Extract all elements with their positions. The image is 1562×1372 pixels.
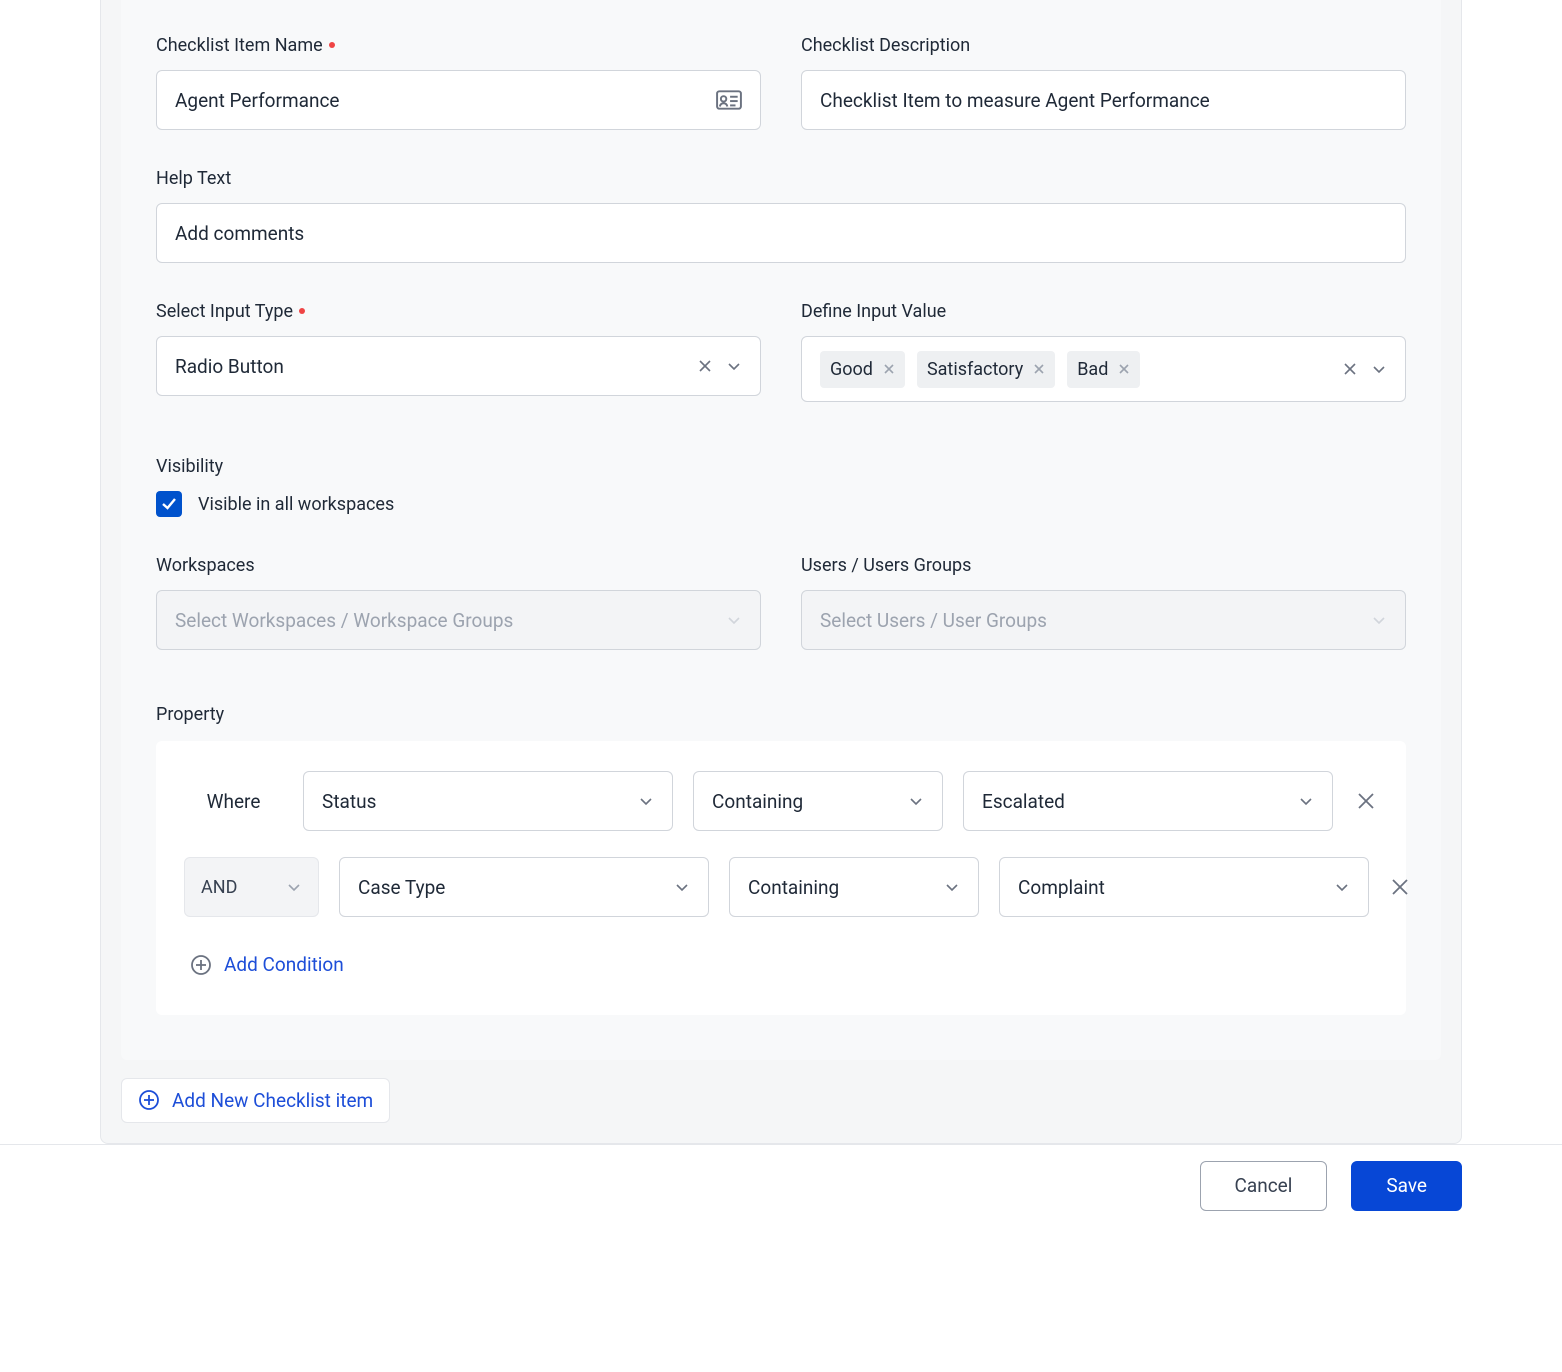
cancel-button[interactable]: Cancel	[1200, 1161, 1328, 1211]
chip: Good	[820, 351, 905, 388]
visibility-checkbox-label: Visible in all workspaces	[198, 494, 394, 515]
required-dot-icon	[329, 42, 335, 48]
plus-circle-icon	[190, 954, 212, 976]
chip-label: Satisfactory	[927, 359, 1023, 380]
workspaces-select[interactable]: Select Workspaces / Workspace Groups	[156, 590, 761, 650]
property-label: Property	[156, 704, 1406, 725]
condition-value-select[interactable]: Complaint	[999, 857, 1369, 917]
condition-row: AND Case Type Containing	[184, 857, 1378, 917]
chevron-down-icon[interactable]	[1298, 793, 1314, 809]
chip: Bad	[1067, 351, 1140, 388]
help-text-value: Add comments	[175, 222, 1387, 245]
chevron-down-icon[interactable]	[674, 879, 690, 895]
logical-operator-select[interactable]: AND	[184, 857, 319, 917]
delete-condition-icon[interactable]	[1389, 876, 1411, 898]
input-value-chips[interactable]: Good Satisfactory	[801, 336, 1406, 402]
condition-field-select[interactable]: Status	[303, 771, 673, 831]
plus-circle-icon	[138, 1089, 160, 1111]
checklist-item-form: Checklist Item Name Agent Performance	[121, 0, 1441, 1060]
where-label: Where	[207, 790, 261, 813]
delete-condition-icon[interactable]	[1353, 790, 1378, 812]
description-input[interactable]: Checklist Item to measure Agent Performa…	[801, 70, 1406, 130]
add-condition-label: Add Condition	[224, 953, 344, 976]
condition-field-value: Case Type	[358, 876, 674, 899]
visibility-checkbox[interactable]	[156, 491, 182, 517]
condition-row: Where Status Containing Escalated	[184, 771, 1378, 831]
condition-operator-value: Containing	[748, 876, 944, 899]
chevron-down-icon[interactable]	[908, 793, 924, 809]
item-name-input[interactable]: Agent Performance	[156, 70, 761, 130]
condition-operator-select[interactable]: Containing	[729, 857, 979, 917]
workspaces-placeholder: Select Workspaces / Workspace Groups	[175, 609, 726, 632]
users-select[interactable]: Select Users / User Groups	[801, 590, 1406, 650]
input-value-label: Define Input Value	[801, 301, 1406, 322]
add-new-checklist-item-button[interactable]: Add New Checklist item	[121, 1078, 390, 1123]
description-value: Checklist Item to measure Agent Performa…	[820, 89, 1387, 112]
workspaces-label: Workspaces	[156, 555, 761, 576]
visibility-label: Visibility	[156, 456, 1406, 477]
chevron-down-icon[interactable]	[726, 358, 742, 374]
form-outer-panel: Checklist Item Name Agent Performance	[100, 0, 1462, 1144]
input-type-value: Radio Button	[175, 355, 698, 378]
clear-icon[interactable]	[1343, 362, 1357, 376]
condition-value-text: Complaint	[1018, 876, 1334, 899]
input-type-label: Select Input Type	[156, 301, 761, 322]
chip-remove-icon[interactable]	[1118, 363, 1130, 375]
chevron-down-icon[interactable]	[1371, 361, 1387, 377]
users-label: Users / Users Groups	[801, 555, 1406, 576]
chevron-down-icon[interactable]	[726, 612, 742, 628]
save-button-label: Save	[1386, 1174, 1427, 1197]
condition-operator-select[interactable]: Containing	[693, 771, 943, 831]
save-button[interactable]: Save	[1351, 1161, 1462, 1211]
required-dot-icon	[299, 308, 305, 314]
add-condition-button[interactable]: Add Condition	[190, 953, 344, 976]
item-name-label: Checklist Item Name	[156, 35, 761, 56]
users-placeholder: Select Users / User Groups	[820, 609, 1371, 632]
condition-field-value: Status	[322, 790, 638, 813]
condition-field-select[interactable]: Case Type	[339, 857, 709, 917]
description-label: Checklist Description	[801, 35, 1406, 56]
logical-operator-value: AND	[201, 877, 237, 898]
chevron-down-icon	[286, 879, 302, 895]
clear-icon[interactable]	[698, 359, 712, 373]
chip-remove-icon[interactable]	[1033, 363, 1045, 375]
chevron-down-icon[interactable]	[1334, 879, 1350, 895]
condition-value-select[interactable]: Escalated	[963, 771, 1333, 831]
chip-label: Bad	[1077, 359, 1108, 380]
id-card-icon[interactable]	[716, 90, 742, 110]
property-conditions-card: Where Status Containing Escalated	[156, 741, 1406, 1015]
item-name-value: Agent Performance	[175, 89, 716, 112]
help-text-label: Help Text	[156, 168, 1406, 189]
chevron-down-icon[interactable]	[638, 793, 654, 809]
cancel-button-label: Cancel	[1235, 1174, 1293, 1197]
footer-actions: Cancel Save	[0, 1144, 1562, 1239]
add-new-checklist-item-label: Add New Checklist item	[172, 1089, 373, 1112]
help-text-input[interactable]: Add comments	[156, 203, 1406, 263]
chip-label: Good	[830, 359, 873, 380]
chevron-down-icon[interactable]	[944, 879, 960, 895]
chip: Satisfactory	[917, 351, 1055, 388]
chevron-down-icon[interactable]	[1371, 612, 1387, 628]
condition-value-text: Escalated	[982, 790, 1298, 813]
input-type-select[interactable]: Radio Button	[156, 336, 761, 396]
chip-remove-icon[interactable]	[883, 363, 895, 375]
condition-operator-value: Containing	[712, 790, 908, 813]
